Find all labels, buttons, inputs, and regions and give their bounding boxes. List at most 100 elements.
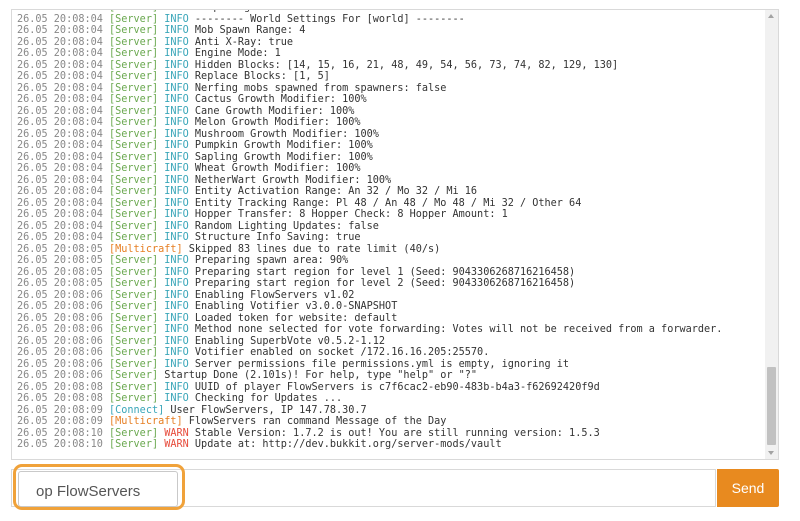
scrollbar-thumb[interactable] — [767, 367, 776, 445]
log-message: Random Lighting Updates: false — [194, 220, 379, 232]
log-line: 26.05 20:08:06 [Server] INFO Server perm… — [17, 359, 764, 371]
log-line: 26.05 20:08:06 [Server] INFO Loaded toke… — [17, 313, 764, 325]
log-level: INFO — [164, 358, 189, 370]
console-output: 26.05 20:08:04 [Server] INFO Preparing l… — [11, 9, 779, 460]
log-timestamp: 26.05 20:08:09 — [17, 416, 103, 427]
log-source-tag: [Server] — [109, 278, 159, 289]
log-level: INFO — [164, 140, 189, 151]
log-timestamp: 26.05 20:08:09 — [17, 404, 103, 416]
log-message: UUID of player FlowServers is c7f6cac2-e… — [194, 381, 600, 393]
log-source-tag: [Server] — [109, 174, 159, 186]
log-level: INFO — [164, 393, 189, 404]
log-message: Enabling Votifier v3.0.0-SNAPSHOT — [194, 301, 398, 312]
log-message: Engine Mode: 1 — [194, 48, 281, 59]
log-timestamp: 26.05 20:08:04 — [17, 105, 103, 117]
log-message: Server permissions file permissions.yml … — [194, 358, 570, 370]
log-line: 26.05 20:08:04 [Server] INFO Anti X-Ray:… — [17, 37, 764, 49]
log-message: Nerfing mobs spawned from spawners: fals… — [194, 82, 447, 94]
log-timestamp: 26.05 20:08:06 — [17, 358, 103, 370]
log-source-tag: [Server] — [109, 347, 159, 358]
log-source-tag: [Server] — [109, 197, 159, 209]
log-timestamp: 26.05 20:08:04 — [17, 10, 103, 13]
log-message: Pumpkin Growth Modifier: 100% — [194, 140, 373, 151]
console-scrollbar[interactable] — [765, 10, 778, 459]
log-timestamp: 26.05 20:08:04 — [17, 71, 103, 82]
log-source-tag: [Server] — [109, 140, 159, 151]
log-line: 26.05 20:08:04 [Server] INFO Pumpkin Gro… — [17, 140, 764, 152]
log-source-tag: [Server] — [109, 59, 159, 71]
log-source-tag: [Server] — [109, 220, 159, 232]
log-message: Hopper Transfer: 8 Hopper Check: 8 Hoppe… — [194, 209, 508, 220]
log-timestamp: 26.05 20:08:04 — [17, 25, 103, 36]
log-level: INFO — [164, 36, 189, 48]
log-source-tag: [Multicraft] — [109, 243, 183, 255]
log-line: 26.05 20:08:09 [Multicraft] FlowServers … — [17, 416, 764, 428]
log-message: Preparing start region for level 2 (Seed… — [194, 278, 576, 289]
scroll-up-arrow-icon[interactable] — [768, 14, 774, 18]
log-timestamp: 26.05 20:08:05 — [17, 255, 103, 266]
log-timestamp: 26.05 20:08:08 — [17, 393, 103, 404]
log-line: 26.05 20:08:04 [Server] INFO Entity Trac… — [17, 198, 764, 210]
log-level: WARN — [164, 439, 189, 450]
log-level: WARN — [164, 427, 189, 439]
log-source-tag: [Server] — [109, 36, 159, 48]
log-timestamp: 26.05 20:08:04 — [17, 209, 103, 220]
log-line: 26.05 20:08:10 [Server] WARN Update at: … — [17, 439, 764, 451]
log-timestamp: 26.05 20:08:04 — [17, 13, 103, 25]
log-line: 26.05 20:08:06 [Server] INFO Method none… — [17, 324, 764, 336]
log-source-tag: [Server] — [109, 289, 159, 301]
command-input-inner[interactable]: op FlowServers — [18, 471, 178, 507]
log-source-tag: [Server] — [109, 301, 159, 312]
log-source-tag: [Multicraft] — [109, 416, 183, 427]
log-message: Update at: http://dev.bukkit.org/server-… — [194, 439, 502, 450]
log-timestamp: 26.05 20:08:05 — [17, 266, 103, 278]
log-message: Melon Growth Modifier: 100% — [194, 117, 361, 128]
log-message: Enabling FlowServers v1.02 — [194, 289, 355, 301]
log-source-tag: [Server] — [109, 266, 159, 278]
log-line: 26.05 20:08:06 [Server] INFO Enabling Vo… — [17, 301, 764, 313]
log-source-tag: [Server] — [109, 71, 159, 82]
log-source-tag: [Server] — [109, 94, 159, 105]
log-line: 26.05 20:08:06 [Server] Startup Done (2.… — [17, 370, 764, 382]
log-level: INFO — [164, 82, 189, 94]
log-message: Enabling SuperbVote v0.5.2-1.12 — [194, 335, 386, 347]
log-message: Preparing start region for level 1 (Seed… — [194, 266, 576, 278]
log-level: INFO — [164, 94, 189, 105]
log-timestamp: 26.05 20:08:06 — [17, 347, 103, 358]
log-line: 26.05 20:08:04 [Server] INFO Mob Spawn R… — [17, 25, 764, 37]
log-message: Entity Tracking Range: Pl 48 / An 48 / M… — [194, 197, 582, 209]
log-source-tag: [Server] — [109, 151, 159, 163]
log-source-tag: [Server] — [109, 48, 159, 59]
log-level: INFO — [164, 312, 189, 324]
log-timestamp: 26.05 20:08:05 — [17, 243, 103, 255]
log-timestamp: 26.05 20:08:04 — [17, 128, 103, 140]
log-line: 26.05 20:08:04 [Server] INFO Random Ligh… — [17, 221, 764, 233]
log-level: INFO — [164, 209, 189, 220]
log-level: INFO — [164, 10, 189, 13]
log-level: INFO — [164, 255, 189, 266]
log-line: 26.05 20:08:08 [Server] INFO Checking fo… — [17, 393, 764, 405]
log-message: Wheat Growth Modifier: 100% — [194, 163, 361, 174]
log-line: 26.05 20:08:05 [Server] INFO Preparing s… — [17, 255, 764, 267]
log-source-tag: [Server] — [109, 324, 159, 335]
log-source-tag: [Server] — [109, 381, 159, 393]
log-timestamp: 26.05 20:08:04 — [17, 220, 103, 232]
log-timestamp: 26.05 20:08:06 — [17, 312, 103, 324]
log-timestamp: 26.05 20:08:06 — [17, 324, 103, 335]
log-timestamp: 26.05 20:08:04 — [17, 82, 103, 94]
log-source-tag: [Server] — [109, 209, 159, 220]
log-source-tag: [Server] — [109, 335, 159, 347]
scroll-down-arrow-icon[interactable] — [768, 451, 774, 455]
log-line: 26.05 20:08:05 [Server] INFO Preparing s… — [17, 278, 764, 290]
log-timestamp: 26.05 20:08:06 — [17, 335, 103, 347]
log-message: Replace Blocks: [1, 5] — [194, 71, 330, 82]
log-level: INFO — [164, 347, 189, 358]
log-line: 26.05 20:08:04 [Server] INFO Structure I… — [17, 232, 764, 244]
log-timestamp: 26.05 20:08:04 — [17, 151, 103, 163]
log-message: Hidden Blocks: [14, 15, 16, 21, 48, 49, … — [194, 59, 619, 71]
log-message: User FlowServers, IP 147.78.30.7 — [170, 404, 367, 416]
log-message: Cactus Growth Modifier: 100% — [194, 94, 367, 105]
send-button[interactable]: Send — [717, 469, 779, 507]
log-timestamp: 26.05 20:08:04 — [17, 94, 103, 105]
command-input[interactable]: op FlowServers — [11, 464, 716, 510]
